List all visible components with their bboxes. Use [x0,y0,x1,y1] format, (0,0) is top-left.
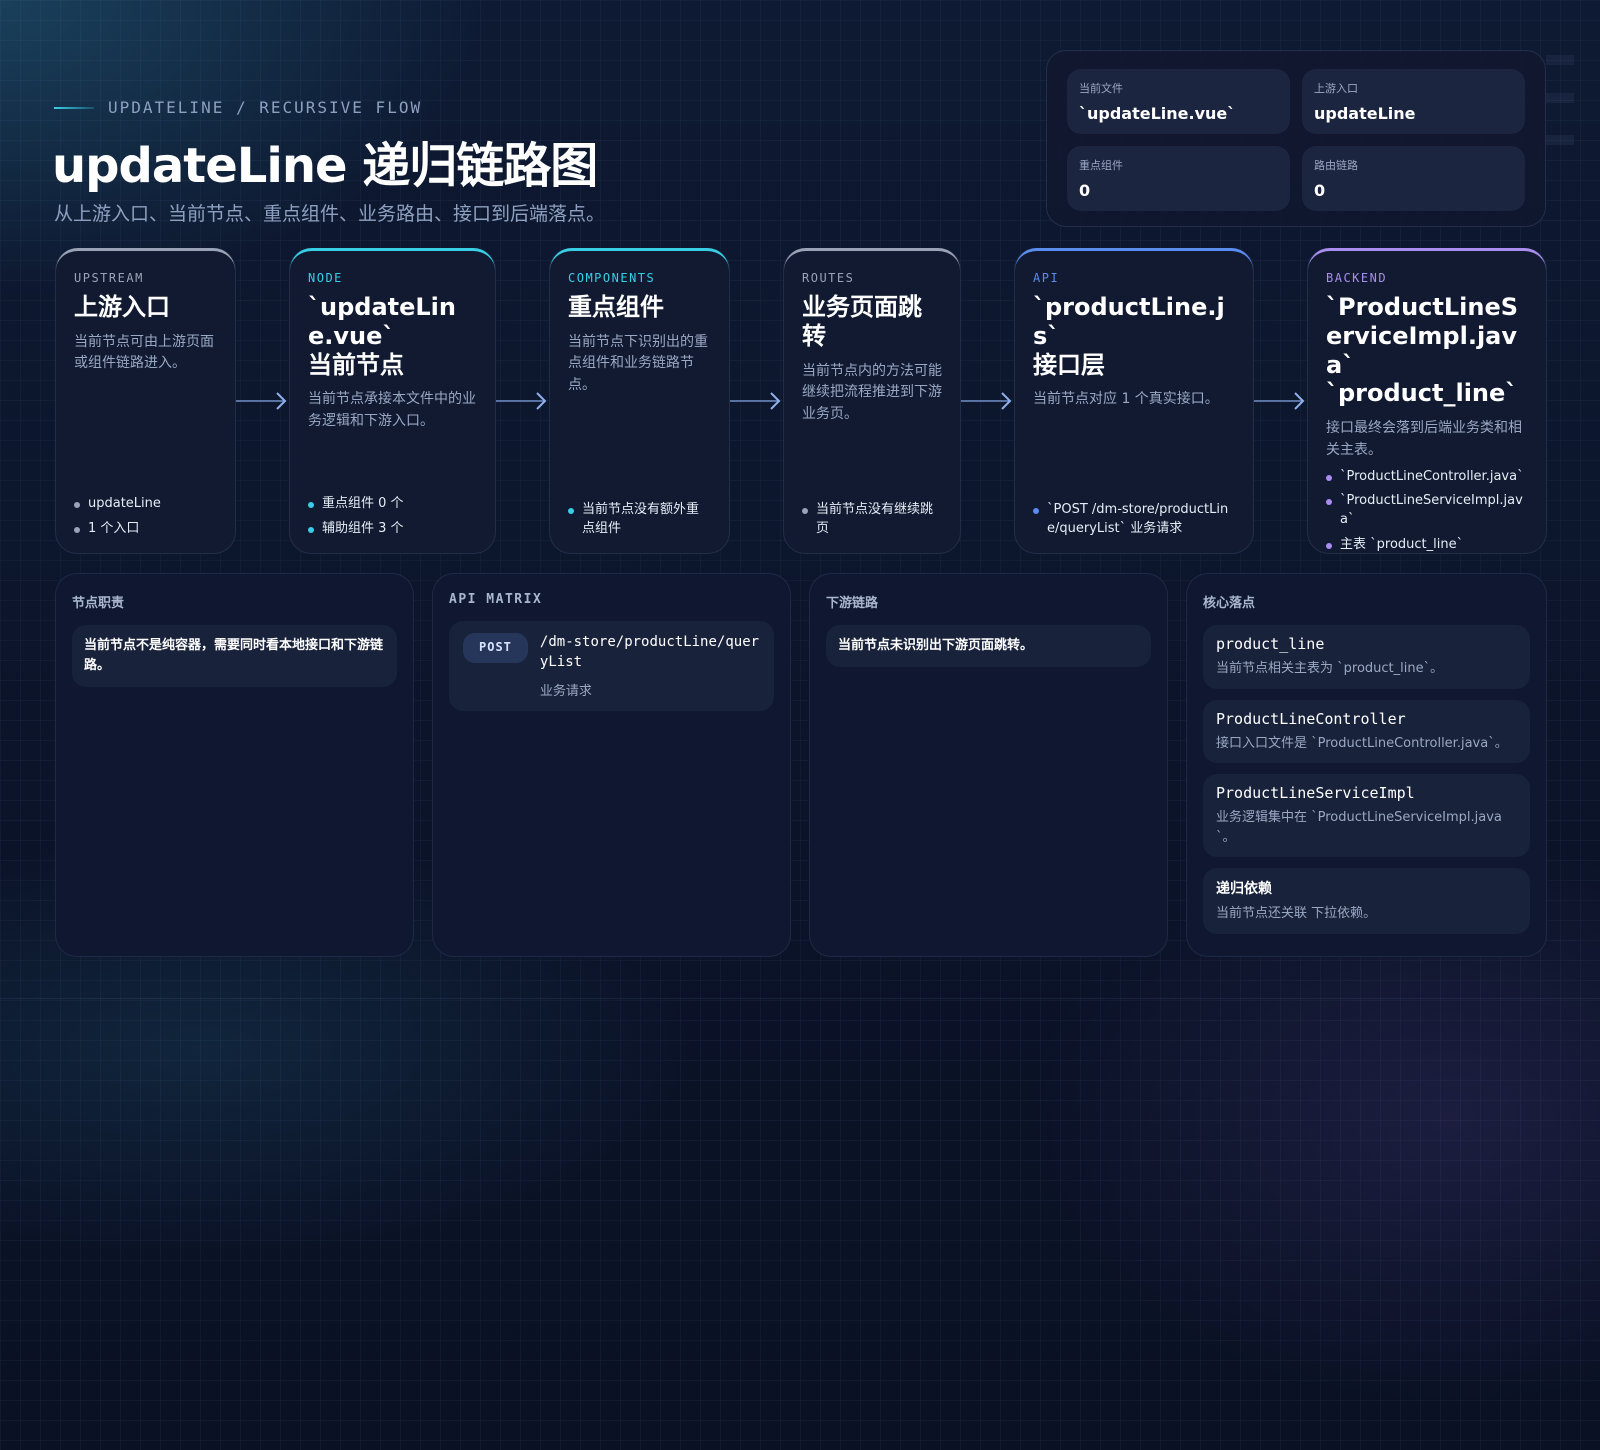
stat-route-links: 路由链路 0 [1302,146,1525,211]
panel-note: 当前节点未识别出下游页面跳转。 [826,625,1151,668]
list-item: 主表 `product_line` [1326,536,1528,555]
arrow-right-icon [236,392,287,410]
card-description: 接口最终会落到后端业务类和相关主表。 [1326,420,1522,458]
card-tag: ROUTES [802,271,855,285]
card-title: 上游入口 [74,293,170,321]
panel-core-landing: 核心落点 product_line 当前节点相关主表为 `product_lin… [1186,573,1547,957]
card-bullets: 重点组件 0 个 辅助组件 3 个 [308,489,477,539]
api-description: 业务请求 [539,684,592,700]
panel-title: 节点职责 [72,596,125,611]
page-title: updateLine 递归链路图 [52,138,598,194]
stat-value: 0 [1314,181,1326,200]
card-tag: NODE [308,271,343,285]
stat-current-file: 当前文件 `updateLine.vue` [1067,69,1290,134]
eyebrow: UPDATELINE / RECURSIVE FLOW [54,98,422,117]
api-row[interactable]: POST /dm-store/productLine/queryList 业务请… [449,621,774,712]
core-item: 递归依赖 当前节点还关联 下拉依赖。 [1203,868,1530,934]
flow-card-backend: BACKEND `ProductLineServiceImpl.java` `p… [1307,248,1547,554]
core-item-description: 业务逻辑集中在 `ProductLineServiceImpl.java`。 [1216,810,1502,845]
stat-value: `updateLine.vue` [1079,104,1236,123]
stat-label: 重点组件 [1079,159,1123,172]
panel-title: API MATRIX [449,592,543,607]
flow-card-routes: ROUTES 业务页面跳转 当前节点内的方法可能继续把流程推进到下游业务页。 当… [783,248,961,554]
card-tag: API [1033,271,1060,285]
core-item-name: 递归依赖 [1216,881,1272,897]
core-item-description: 接口入口文件是 `ProductLineController.java`。 [1216,735,1508,751]
card-description: 当前节点承接本文件中的业务逻辑和下游入口。 [308,391,476,430]
list-item: 当前节点没有继续跳页 [802,501,942,539]
card-description: 当前节点内的方法可能继续把流程推进到下游业务页。 [802,362,942,422]
flow-card-components: COMPONENTS 重点组件 当前节点下识别出的重点组件和业务链路节点。 当前… [549,248,730,554]
list-item: 辅助组件 3 个 [308,520,477,539]
panel-title: 下游链路 [826,596,879,611]
flow-card-upstream: UPSTREAM 上游入口 当前节点可由上游页面或组件链路进入。 updateL… [55,248,236,554]
panel-node-duty: 节点职责 当前节点不是纯容器，需要同时看本地接口和下游链路。 [55,573,414,957]
stat-label: 上游入口 [1314,82,1358,95]
card-title: `productLine.js` 接口层 [1033,293,1225,379]
card-tag: COMPONENTS [568,271,656,285]
arrow-right-icon [496,392,547,410]
core-item: ProductLineServiceImpl 业务逻辑集中在 `ProductL… [1203,774,1530,857]
stat-key-components: 重点组件 0 [1067,146,1290,211]
core-item: product_line 当前节点相关主表为 `product_line`。 [1203,625,1530,689]
list-item: updateLine [74,495,217,514]
arrow-right-icon [961,392,1012,410]
flow-card-api: API `productLine.js` 接口层 当前节点对应 1 个真实接口。… [1014,248,1254,554]
card-description: 当前节点对应 1 个真实接口。 [1033,391,1219,408]
section-divider [0,998,1600,999]
decor-bar [1546,135,1574,145]
page-subtitle: 从上游入口、当前节点、重点组件、业务路由、接口到后端落点。 [54,203,606,225]
card-tag: BACKEND [1326,271,1388,285]
card-title: 重点组件 [568,293,664,321]
card-bullets: `ProductLineController.java` `ProductLin… [1326,462,1528,555]
core-item: ProductLineController 接口入口文件是 `ProductLi… [1203,699,1530,763]
panel-title: 核心落点 [1203,596,1256,611]
list-item: `POST /dm-store/productLine/queryList` 业… [1033,501,1235,539]
card-bullets: updateLine 1 个入口 [74,489,217,539]
stat-label: 当前文件 [1079,82,1123,95]
core-item-description: 当前节点还关联 下拉依赖。 [1216,906,1377,921]
eyebrow-text: UPDATELINE / RECURSIVE FLOW [108,98,423,117]
eyebrow-line [54,106,94,109]
stats-panel: 当前文件 `updateLine.vue` 上游入口 updateLine 重点… [1046,50,1546,227]
card-description: 当前节点下识别出的重点组件和业务链路节点。 [568,333,708,394]
api-path: /dm-store/productLine/queryList [539,634,760,670]
decor-bar [1546,55,1574,65]
list-item: `ProductLineController.java` [1326,468,1528,487]
arrow-right-icon [730,392,781,410]
core-item-name: ProductLineController [1216,709,1406,728]
stat-value: 0 [1079,181,1091,200]
method-badge: POST [463,633,528,663]
panel-api-matrix: API MATRIX POST /dm-store/productLine/qu… [432,573,791,957]
list-item: 1 个入口 [74,520,217,539]
arrow-right-icon [1254,392,1305,410]
core-item-name: product_line [1216,635,1325,653]
card-bullets: 当前节点没有继续跳页 [802,495,942,539]
decor-bar [1546,93,1574,103]
stat-value: updateLine [1314,104,1416,123]
list-item: `ProductLineServiceImpl.java` [1326,492,1528,530]
panel-note: 当前节点不是纯容器，需要同时看本地接口和下游链路。 [72,625,397,688]
stat-upstream-entry: 上游入口 updateLine [1302,69,1525,134]
core-item-name: ProductLineServiceImpl [1216,784,1415,802]
card-description: 当前节点可由上游页面或组件链路进入。 [74,333,214,372]
flow-card-node: NODE `updateLine.vue` 当前节点 当前节点承接本文件中的业务… [289,248,496,554]
card-title: `updateLine.vue` 当前节点 [308,293,456,379]
list-item: 当前节点没有额外重点组件 [568,501,711,539]
card-tag: UPSTREAM [74,271,144,285]
card-bullets: `POST /dm-store/productLine/queryList` 业… [1033,495,1235,539]
core-item-description: 当前节点相关主表为 `product_line`。 [1216,661,1444,676]
list-item: 重点组件 0 个 [308,495,477,514]
card-bullets: 当前节点没有额外重点组件 [568,495,711,539]
card-title: `ProductLineServiceImpl.java` `product_l… [1326,293,1519,408]
card-title: 业务页面跳转 [802,293,922,350]
panel-downstream: 下游链路 当前节点未识别出下游页面跳转。 [809,573,1168,957]
stat-label: 路由链路 [1314,159,1358,172]
